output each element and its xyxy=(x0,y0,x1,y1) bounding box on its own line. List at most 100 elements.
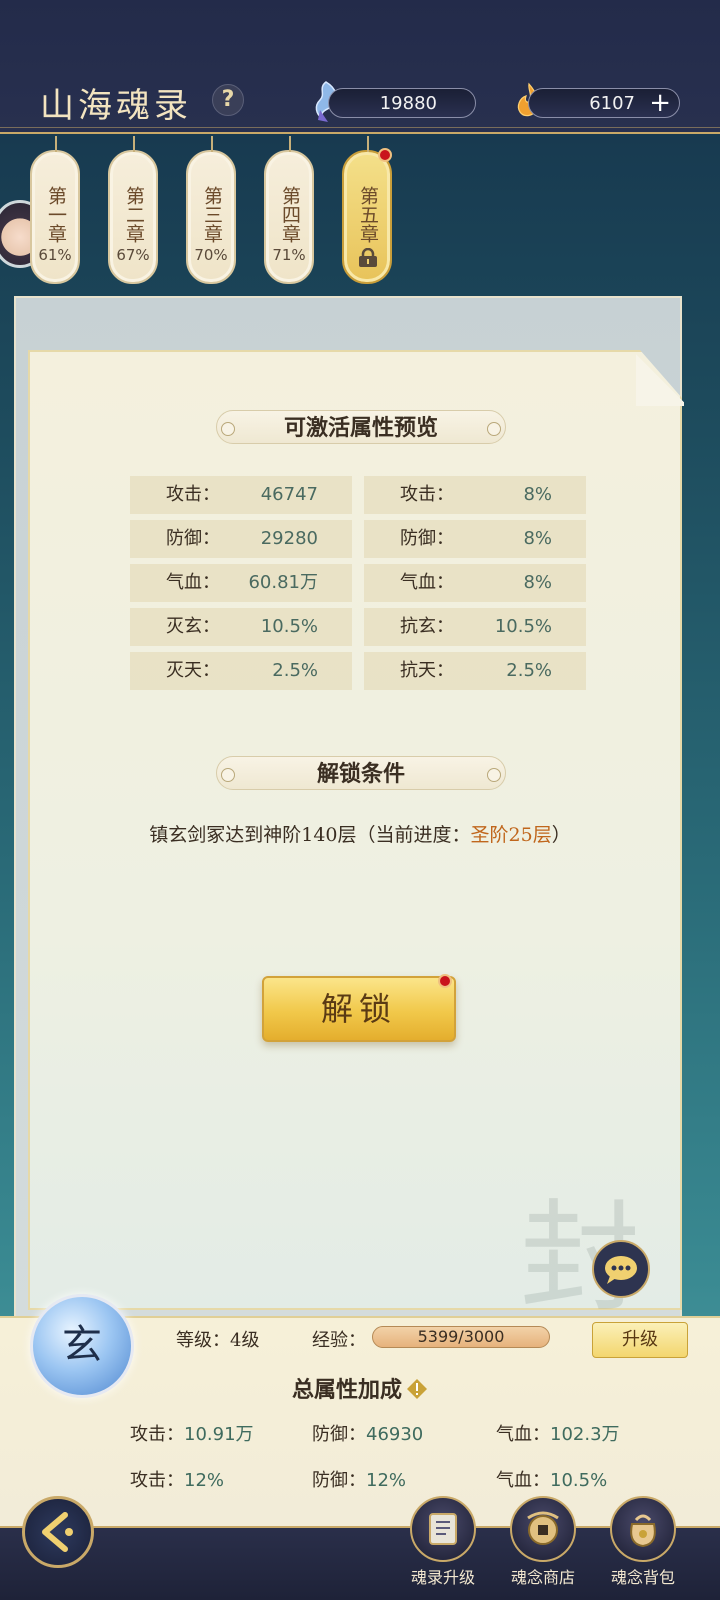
tab-hook xyxy=(55,136,57,152)
attr-value: 10.5% xyxy=(260,616,318,637)
attr-row: 防御： 8% xyxy=(364,520,586,558)
condition-suffix: ） xyxy=(551,824,571,846)
resource-flame-counter: 6107 + xyxy=(528,88,680,118)
tab-hook xyxy=(289,136,291,152)
level-display: 等级：4级 xyxy=(176,1326,259,1352)
attr-row: 抗天： 2.5% xyxy=(364,652,586,690)
tab-chapter-2[interactable]: 第二章 67% xyxy=(108,136,158,284)
total-bonus-label: 总属性加成 xyxy=(291,1377,402,1403)
attr-value: 2.5% xyxy=(506,660,552,681)
chat-icon xyxy=(605,1256,637,1284)
attr-label: 气血： xyxy=(400,572,454,593)
bonus-value: 10.91万 xyxy=(184,1424,254,1445)
attr-value: 8% xyxy=(523,572,552,593)
tab-chapter-1[interactable]: 第一章 61% xyxy=(30,136,80,284)
attr-row: 灭天： 2.5% xyxy=(130,652,352,690)
bag-glyph xyxy=(630,1514,656,1548)
bonus-label: 攻击： xyxy=(130,1470,184,1491)
attr-label: 攻击： xyxy=(400,484,454,505)
bonus-item: 防御：46930 xyxy=(312,1420,423,1446)
attr-label: 灭玄： xyxy=(166,616,220,637)
nav-soul-bag[interactable]: 魂念背包 xyxy=(604,1496,682,1588)
bonus-item: 攻击：10.91万 xyxy=(130,1420,254,1446)
bonus-value: 10.5% xyxy=(550,1470,608,1491)
bonus-label: 防御： xyxy=(312,1470,366,1491)
attr-value: 8% xyxy=(523,528,552,549)
exp-label: 经验： xyxy=(312,1330,366,1351)
chapter-progress: 61% xyxy=(38,246,72,264)
page-title: 山海魂录 xyxy=(40,86,192,126)
chapter-progress: 70% xyxy=(194,246,228,264)
attr-label: 抗玄： xyxy=(400,616,454,637)
unlock-condition-title: 解锁条件 xyxy=(216,756,506,790)
attr-row: 防御： 29280 xyxy=(130,520,352,558)
attr-label: 防御： xyxy=(400,528,454,549)
notification-dot xyxy=(378,148,392,162)
bonus-item: 气血：10.5% xyxy=(496,1466,607,1492)
attr-value: 2.5% xyxy=(272,660,318,681)
nav-soul-shop[interactable]: 魂念商店 xyxy=(504,1496,582,1588)
nav-label: 魂录升级 xyxy=(410,1568,475,1587)
back-arrow-icon xyxy=(42,1512,73,1552)
upgrade-button[interactable]: 升级 xyxy=(592,1322,688,1358)
nav-label: 魂念商店 xyxy=(510,1568,575,1587)
resource-flame-value: 6107 xyxy=(589,93,635,114)
shop-glyph xyxy=(527,1511,559,1545)
bonus-label: 气血： xyxy=(496,1470,550,1491)
bonus-label: 气血： xyxy=(496,1424,550,1445)
attr-row: 攻击： 8% xyxy=(364,476,586,514)
attr-value: 60.81万 xyxy=(248,572,318,593)
tab-chapter-5[interactable]: 第五章 xyxy=(342,136,392,284)
bag-icon xyxy=(610,1496,676,1562)
back-button[interactable] xyxy=(22,1496,94,1568)
attr-label: 气血： xyxy=(166,572,220,593)
preview-title: 可激活属性预览 xyxy=(216,410,506,444)
attr-row: 气血： 8% xyxy=(364,564,586,602)
attr-label: 防御： xyxy=(166,528,220,549)
bonus-label: 攻击： xyxy=(130,1424,184,1445)
scroll-upgrade-icon xyxy=(410,1496,476,1562)
unlock-button[interactable]: 解锁 xyxy=(262,976,456,1042)
attr-value: 29280 xyxy=(260,528,318,549)
scroll-upgrade-glyph xyxy=(429,1513,457,1545)
current-progress: 圣阶25层 xyxy=(470,824,552,846)
attr-value: 10.5% xyxy=(494,616,552,637)
chapter-progress: 67% xyxy=(116,246,150,264)
lock-icon xyxy=(359,248,377,267)
attr-row: 灭玄： 10.5% xyxy=(130,608,352,646)
nav-label: 魂念背包 xyxy=(610,1568,675,1587)
tab-chapter-4[interactable]: 第四章 71% xyxy=(264,136,314,284)
level-value: 4级 xyxy=(230,1330,260,1351)
tab-hook xyxy=(211,136,213,152)
resource-crystal-value: 19880 xyxy=(379,93,437,114)
resource-crystal-counter: 19880 xyxy=(328,88,476,118)
tab-hook xyxy=(133,136,135,152)
attr-row: 抗玄： 10.5% xyxy=(364,608,586,646)
level-label: 等级： xyxy=(176,1330,230,1351)
bonus-value: 12% xyxy=(184,1470,225,1491)
chapter-label: 第五章 xyxy=(357,185,379,243)
bonus-value: 102.3万 xyxy=(550,1424,620,1445)
attr-value: 8% xyxy=(523,484,552,505)
bonus-value: 46930 xyxy=(366,1424,424,1445)
bonus-item: 防御：12% xyxy=(312,1466,406,1492)
notification-dot xyxy=(438,974,452,988)
info-diamond-icon[interactable] xyxy=(406,1378,428,1400)
bonus-value: 12% xyxy=(366,1470,407,1491)
add-flame-button[interactable]: + xyxy=(649,89,671,117)
paper-fold xyxy=(636,350,684,406)
chapter-progress: 71% xyxy=(272,246,306,264)
nav-soul-record-upgrade[interactable]: 魂录升级 xyxy=(404,1496,482,1588)
tab-chapter-3[interactable]: 第三章 70% xyxy=(186,136,236,284)
attr-row: 气血： 60.81万 xyxy=(130,564,352,602)
unlock-condition-text: 镇玄剑冢达到神阶140层（当前进度：圣阶25层） xyxy=(0,820,720,847)
bonus-item: 攻击：12% xyxy=(130,1466,224,1492)
help-icon[interactable]: ? xyxy=(212,84,244,116)
total-bonus-title: 总属性加成 xyxy=(0,1372,720,1404)
attr-value: 46747 xyxy=(260,484,318,505)
condition-prefix: 镇玄剑冢达到神阶140层（当前进度： xyxy=(149,824,471,846)
attr-row: 攻击： 46747 xyxy=(130,476,352,514)
chat-button[interactable] xyxy=(592,1240,650,1298)
bonus-label: 防御： xyxy=(312,1424,366,1445)
attr-label: 抗天： xyxy=(400,660,454,681)
